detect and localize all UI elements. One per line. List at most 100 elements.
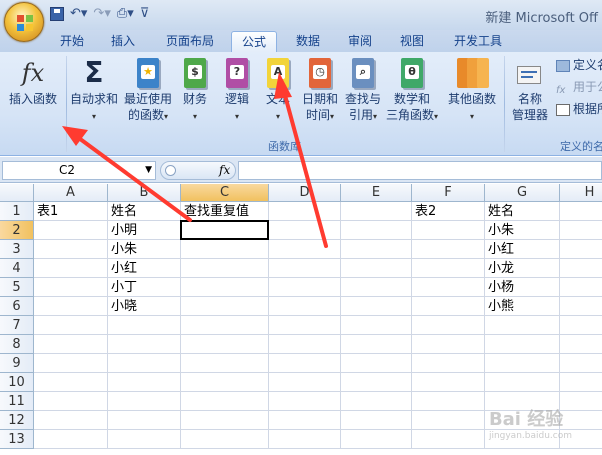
chevron-down-icon[interactable]: ▼ [145,162,152,179]
cell-c11[interactable] [181,392,269,411]
row-header-8[interactable]: 8 [0,335,34,354]
cell-c5[interactable] [181,278,269,297]
define-name-button[interactable]: 定义名 [556,56,602,74]
cell-h7[interactable] [560,316,602,335]
cell-d12[interactable] [269,411,341,430]
cell-a12[interactable] [34,411,108,430]
cell-b8[interactable] [108,335,181,354]
autosum-button[interactable]: Σ 自动求和 ▾ [68,58,120,125]
cell-d6[interactable] [269,297,341,316]
cell-a9[interactable] [34,354,108,373]
select-all-corner[interactable] [0,184,34,202]
cell-h5[interactable] [560,278,602,297]
cell-f12[interactable] [412,411,485,430]
cell-d1[interactable] [269,202,341,221]
cell-e4[interactable] [341,259,412,278]
cell-b11[interactable] [108,392,181,411]
tab-data[interactable]: 数据 [288,31,328,52]
column-header-g[interactable]: G [485,184,560,202]
logical-button[interactable]: ? 逻辑 ▾ [219,58,255,125]
cell-e6[interactable] [341,297,412,316]
cell-g9[interactable] [485,354,560,373]
create-from-selection-button[interactable]: 根据所 [556,100,602,118]
cell-b6[interactable]: 小晓 [108,297,181,316]
cell-g7[interactable] [485,316,560,335]
cell-f8[interactable] [412,335,485,354]
cell-f4[interactable] [412,259,485,278]
cell-g1[interactable]: 姓名 [485,202,560,221]
row-header-9[interactable]: 9 [0,354,34,373]
financial-button[interactable]: $ 财务 ▾ [177,58,213,125]
cell-h3[interactable] [560,240,602,259]
cell-c10[interactable] [181,373,269,392]
tab-developer[interactable]: 开发工具 [445,31,511,52]
tab-formulas[interactable]: 公式 [231,31,277,52]
cell-h9[interactable] [560,354,602,373]
cell-e3[interactable] [341,240,412,259]
date-time-button[interactable]: ◷ 日期和 时间▾ [299,58,341,125]
cell-a4[interactable] [34,259,108,278]
cell-g10[interactable] [485,373,560,392]
row-header-5[interactable]: 5 [0,278,34,297]
row-header-12[interactable]: 12 [0,411,34,430]
cell-f13[interactable] [412,430,485,449]
cell-c9[interactable] [181,354,269,373]
cell-d2[interactable] [269,221,341,240]
cell-c1[interactable]: 查找重复值 [181,202,269,221]
use-in-formula-button[interactable]: fx 用于公 [556,78,602,96]
cell-d5[interactable] [269,278,341,297]
cell-g6[interactable]: 小熊 [485,297,560,316]
column-header-c[interactable]: C [181,184,269,202]
cell-b9[interactable] [108,354,181,373]
cell-b2[interactable]: 小明 [108,221,181,240]
lookup-reference-button[interactable]: ⌕ 查找与 引用▾ [342,58,384,125]
cell-f5[interactable] [412,278,485,297]
cell-c8[interactable] [181,335,269,354]
cell-c6[interactable] [181,297,269,316]
column-header-h[interactable]: H [560,184,602,202]
row-header-2[interactable]: 2 [0,221,34,240]
cell-b10[interactable] [108,373,181,392]
print-preview-icon[interactable]: ⎙▾ [117,7,134,21]
formula-input[interactable] [238,161,602,180]
cell-e2[interactable] [341,221,412,240]
cell-h4[interactable] [560,259,602,278]
cell-a13[interactable] [34,430,108,449]
cell-e12[interactable] [341,411,412,430]
row-header-3[interactable]: 3 [0,240,34,259]
cell-h2[interactable] [560,221,602,240]
row-header-10[interactable]: 10 [0,373,34,392]
row-header-11[interactable]: 11 [0,392,34,411]
cell-e5[interactable] [341,278,412,297]
cell-d9[interactable] [269,354,341,373]
cell-a2[interactable] [34,221,108,240]
cell-b13[interactable] [108,430,181,449]
column-header-a[interactable]: A [34,184,108,202]
cell-d4[interactable] [269,259,341,278]
cell-b1[interactable]: 姓名 [108,202,181,221]
cell-f11[interactable] [412,392,485,411]
cell-d13[interactable] [269,430,341,449]
cell-b5[interactable]: 小丁 [108,278,181,297]
cell-d3[interactable] [269,240,341,259]
cell-c12[interactable] [181,411,269,430]
name-manager-button[interactable]: 名称 管理器 [508,62,552,123]
cell-b12[interactable] [108,411,181,430]
tab-view[interactable]: 视图 [392,31,432,52]
undo-icon[interactable]: ↶▾ [70,7,87,21]
recent-functions-button[interactable]: ★ 最近使用 的函数▾ [121,58,175,125]
cell-b7[interactable] [108,316,181,335]
cell-f6[interactable] [412,297,485,316]
cell-h6[interactable] [560,297,602,316]
cell-c13[interactable] [181,430,269,449]
cell-g2[interactable]: 小朱 [485,221,560,240]
row-header-4[interactable]: 4 [0,259,34,278]
cell-c7[interactable] [181,316,269,335]
cell-f10[interactable] [412,373,485,392]
cell-g3[interactable]: 小红 [485,240,560,259]
cell-e10[interactable] [341,373,412,392]
cell-g4[interactable]: 小龙 [485,259,560,278]
cell-f1[interactable]: 表2 [412,202,485,221]
name-box[interactable]: C2 ▼ [2,161,156,180]
cell-a3[interactable] [34,240,108,259]
